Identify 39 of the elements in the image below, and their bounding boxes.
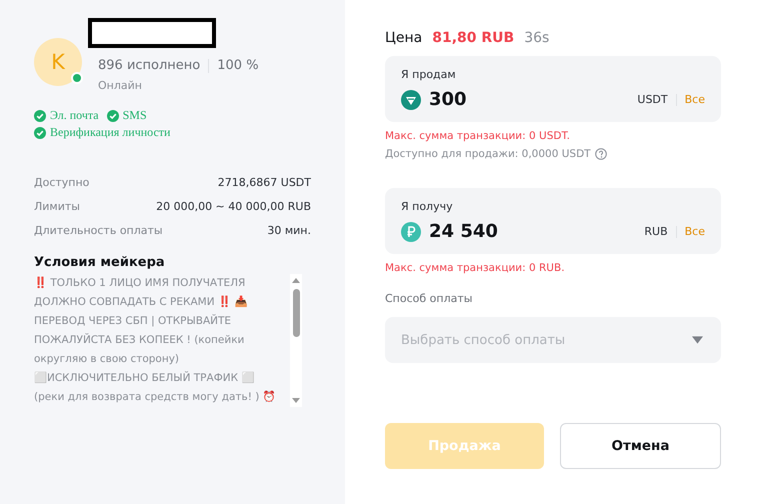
- ruble-icon: [401, 222, 421, 242]
- status-text: Онлайн: [98, 79, 143, 92]
- detail-label: Длительность оплаты: [34, 224, 163, 237]
- amount-value: 300: [429, 89, 468, 110]
- amount-value: 24 540: [429, 221, 499, 242]
- terms-title: Условия мейкера: [34, 255, 166, 270]
- available-text: Доступно для продажи: 0,0000 USDT: [385, 148, 591, 160]
- amount-label: Я получу: [401, 200, 454, 213]
- detail-value: 30 мин.: [267, 224, 311, 237]
- detail-value: 2718,6867 USDT: [218, 176, 311, 189]
- amount-field[interactable]: Я получу 24 540 RUB Все: [385, 188, 721, 254]
- verification-label: Эл. почта: [50, 108, 99, 123]
- detail-value: 20 000,00 ~ 40 000,00 RUB: [156, 200, 311, 213]
- amount-label: Я продам: [401, 68, 457, 81]
- error-text: Макс. сумма транзакции: 0 USDT.: [385, 130, 571, 142]
- all-button[interactable]: Все: [684, 93, 705, 106]
- currency-label: USDT: [637, 93, 668, 106]
- scrollbar[interactable]: [290, 274, 302, 407]
- price-label: Цена: [385, 30, 422, 46]
- detail-label: Лимиты: [34, 200, 80, 213]
- error-text: Макс. сумма транзакции: 0 RUB.: [385, 262, 566, 274]
- help-icon[interactable]: [594, 148, 607, 160]
- payment-select[interactable]: Выбрать способ оплаты: [385, 317, 721, 363]
- payment-label: Способ оплаты: [385, 292, 474, 305]
- verification-label: SMS: [122, 108, 147, 123]
- verification-label: Верификация личности: [50, 125, 170, 140]
- amount-field[interactable]: Я продам 300 USDT Все: [385, 56, 721, 122]
- price-timer: 36s: [524, 30, 550, 46]
- completion-rate: 100 %: [217, 58, 259, 73]
- currency-label: RUB: [644, 225, 668, 238]
- avatar: K: [34, 38, 82, 86]
- caret-icon: [692, 336, 703, 344]
- terms-text: ‼ ТОЛЬКО 1 ЛИЦО ИМЯ ПОЛУЧАТЕЛЯ ДОЛЖНО СОВПАДАТЬ С РЕКАМИ ‼ 📥 ПЕРЕВОД ЧЕРЕЗ СБП | ОТКРЫВАЙТЕ ПОЖАЛУЙСТА БЕЗ КОПЕЕК ! (копейки округляю в свою сторону) ⬜ИСКЛЮЧИТЕЛЬНО БЕЛЫЙ ТРАФИК ⬜ (реки для возврата средств могу дать! ) ⏰: [34, 276, 277, 405]
- coin-icon: [401, 90, 421, 110]
- completed-count: 896 исполнено: [98, 58, 200, 73]
- price-value: 81,80 RUB: [432, 30, 514, 46]
- detail-label: Доступно: [34, 176, 90, 189]
- all-button[interactable]: Все: [684, 225, 705, 238]
- cancel-button[interactable]: Отмена: [560, 423, 721, 469]
